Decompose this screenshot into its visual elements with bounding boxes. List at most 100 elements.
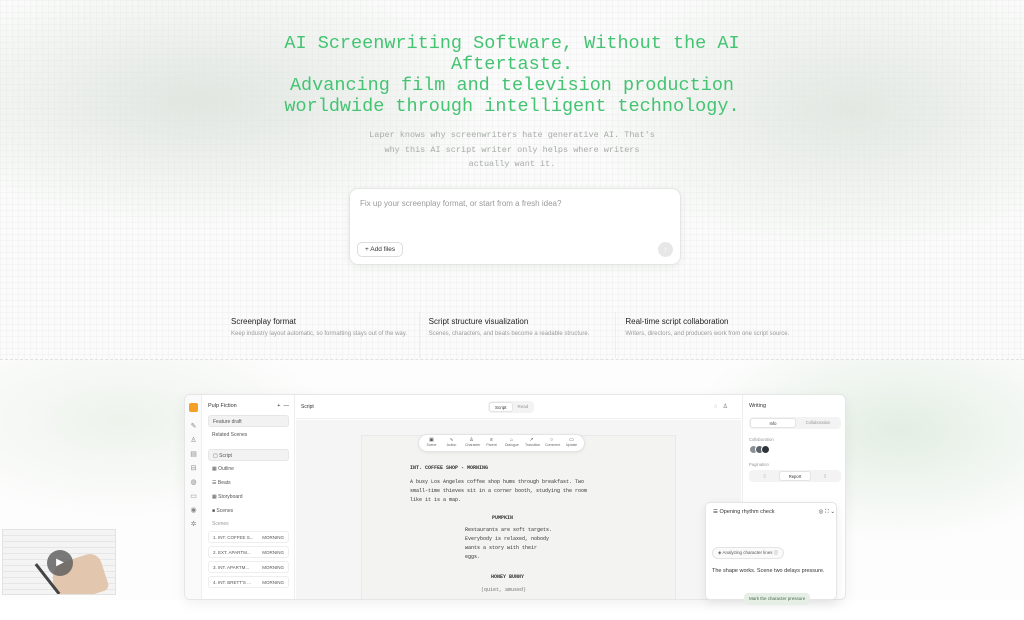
comment-icon[interactable]: ◎ — [819, 509, 824, 515]
archive-icon[interactable]: ⊟ — [189, 464, 198, 473]
nav-item-beats[interactable]: ☰ Beats — [208, 477, 289, 489]
play-icon[interactable]: ▶ — [47, 550, 73, 576]
feature-item: Screenplay format Keep industry layout a… — [222, 312, 419, 358]
scene-item[interactable]: 2. EXT. APARTM... MORNING — [208, 546, 289, 558]
view-toggle[interactable]: Script Read — [488, 401, 535, 413]
scene-item[interactable]: 4. INT. BRETT'S ... MORNING — [208, 576, 289, 588]
nav-item-label: Beats — [217, 480, 231, 486]
tool-transition[interactable]: ↗ Transition — [525, 438, 541, 448]
tool-character[interactable]: ♙ Character — [465, 438, 480, 448]
script-page[interactable]: INT. COFFEE SHOP - MORNING A busy Los An… — [361, 435, 676, 599]
popup-actions[interactable]: ◎ ⛶ ⌄ — [819, 509, 835, 516]
scene-name: 3. INT. APARTM... — [213, 565, 250, 570]
scene-heading: INT. COFFEE SHOP - MORNING — [410, 465, 489, 471]
nav-item-scenes[interactable]: ■ Scenes — [208, 505, 289, 517]
scene-item[interactable]: 3. INT. APARTM... MORNING — [208, 561, 289, 573]
hero-subtitle-line: why this AI script writer only helps whe… — [384, 144, 640, 155]
pill-label: Analyzing character lines — [722, 550, 773, 555]
view-read-button[interactable]: Read — [513, 402, 534, 412]
view-script-button[interactable]: Script — [489, 402, 513, 412]
project-name: Pulp Fiction — [208, 403, 237, 409]
edit-icon[interactable]: ✎ — [189, 422, 198, 431]
prompt-input[interactable]: Fix up your screenplay format, or start … — [360, 199, 561, 208]
project-actions[interactable]: + — — [277, 403, 289, 409]
nav-item-storyboard[interactable]: ▦ Storyboard — [208, 491, 289, 503]
header-icons[interactable]: ◌♙ — [714, 403, 733, 410]
dialogue-line: Everybody is relaxed, nobody — [465, 536, 550, 542]
tool-scene[interactable]: ▣ Scene — [425, 438, 438, 448]
scene-name: 1. INT. COFFEE S... — [213, 535, 254, 540]
tool-label: Comment — [545, 443, 561, 447]
collaborator-avatars[interactable] — [749, 445, 841, 454]
chevron-down-icon[interactable]: ⌄ — [830, 509, 835, 515]
editor-header: Script Script Read ◌♙ — [296, 395, 741, 419]
tool-label: Update — [565, 443, 578, 447]
action-line: like it is a map. — [410, 497, 462, 503]
script-editor: Script Script Read ◌♙ INT. COFFEE SHOP -… — [296, 395, 741, 599]
hero-subtitle-line: actually want it. — [468, 159, 556, 169]
tool-action[interactable]: ∿ Action — [445, 438, 458, 448]
scene-name: 2. EXT. APARTM... — [213, 550, 251, 555]
dialogue-line: wants a story with their — [465, 545, 538, 551]
hero-title: AI Screenwriting Software, Without the A… — [0, 33, 1024, 117]
hero-subtitle-line: Laper knows why screenwriters hate gener… — [369, 130, 655, 140]
tab-collaboration[interactable]: Collaboration — [796, 418, 840, 428]
project-header: Pulp Fiction + — — [208, 403, 289, 409]
collaboration-label: Collaboration — [749, 437, 774, 442]
icon-rail: ✎ ♙ ▤ ⊟ ◍ ▭ ◉ ✲ — [185, 395, 202, 599]
expand-icon[interactable]: ⛶ — [825, 509, 829, 515]
document-icon[interactable]: ▤ — [189, 450, 198, 459]
tool-label: Dialogue — [505, 443, 519, 447]
feature-title: Screenplay format — [231, 317, 296, 326]
avatar[interactable] — [761, 445, 770, 454]
gear-icon[interactable]: ✲ — [189, 520, 198, 529]
video-thumbnail[interactable]: ▶ — [2, 529, 116, 595]
pagination-option[interactable]: ▯ — [750, 471, 779, 481]
dialogue-line: eggs. — [465, 554, 481, 560]
analysis-pill[interactable]: ◈ Analyzing character lines ⓘ — [712, 547, 785, 559]
tool-update[interactable]: ▭ Update — [565, 438, 578, 448]
pagination-option[interactable]: Report — [779, 471, 811, 481]
book-icon[interactable]: ▭ — [189, 492, 198, 501]
tab-info[interactable]: Info — [750, 418, 796, 428]
arrow-up-icon: ↑ — [663, 245, 668, 254]
send-button[interactable]: ↑ — [658, 242, 673, 257]
editor-title: Script — [301, 404, 314, 410]
feature-title: Real-time script collaboration — [625, 317, 729, 326]
pagination-option[interactable]: ▯ — [811, 471, 840, 481]
tool-label: Transition — [525, 443, 541, 447]
panel-title: Writing — [749, 403, 767, 409]
globe-icon[interactable]: ◍ — [189, 478, 198, 487]
user-icon[interactable]: ♙ — [723, 404, 733, 410]
sidebar-item-draft[interactable]: Feature draft — [208, 415, 289, 427]
prompt-input-box[interactable]: Fix up your screenplay format, or start … — [349, 188, 681, 265]
sidebar-item-related[interactable]: Related Scenes — [208, 429, 289, 441]
panel-tabs: Info Collaboration — [749, 417, 841, 429]
add-files-button[interactable]: + Add files — [357, 242, 404, 257]
tool-comment[interactable]: ○ Comment — [545, 438, 561, 448]
scene-time: MORNING — [262, 580, 284, 585]
scene-item[interactable]: 1. INT. COFFEE S... MORNING — [208, 531, 289, 543]
nav-item-outline[interactable]: ▦ Outline — [208, 463, 289, 475]
tool-dialogue[interactable]: ⌂ Dialogue — [505, 438, 519, 448]
nav-item-script[interactable]: ▢ Script — [208, 449, 289, 461]
help-icon[interactable]: ◉ — [189, 506, 198, 515]
comment-icon[interactable]: ◌ — [714, 404, 723, 410]
project-sidebar: Pulp Fiction + — Feature draft Related S… — [203, 395, 295, 599]
mark-pressure-button[interactable]: Mark the character pressure — [744, 593, 811, 605]
tool-parent[interactable]: ≡ Parent — [485, 438, 498, 448]
feature-desc: Keep industry layout automatic, so forma… — [231, 331, 407, 337]
user-icon[interactable]: ♙ — [189, 436, 198, 445]
feature-title: Script structure visualization — [428, 317, 529, 326]
scenes-label: Scenes — [212, 521, 229, 527]
scene-time: MORNING — [262, 550, 284, 555]
popup-message: The shape works. Scene two delays pressu… — [712, 568, 825, 574]
popup-header: ☰ Opening rhythm check ◎ ⛶ ⌄ — [713, 509, 835, 516]
pagination-control: ▯ Report ▯ — [749, 470, 841, 482]
menu-icon: ☰ — [713, 509, 718, 515]
feature-item: Script structure visualization Scenes, c… — [418, 312, 616, 358]
film-icon: ■ — [212, 508, 216, 514]
ai-check-popup: ☰ Opening rhythm check ◎ ⛶ ⌄ ◈ Analyzing… — [705, 502, 837, 605]
action-line: A busy Los Angeles coffee shop hums thro… — [410, 479, 585, 485]
character-name: PUMPKIN — [492, 515, 514, 521]
